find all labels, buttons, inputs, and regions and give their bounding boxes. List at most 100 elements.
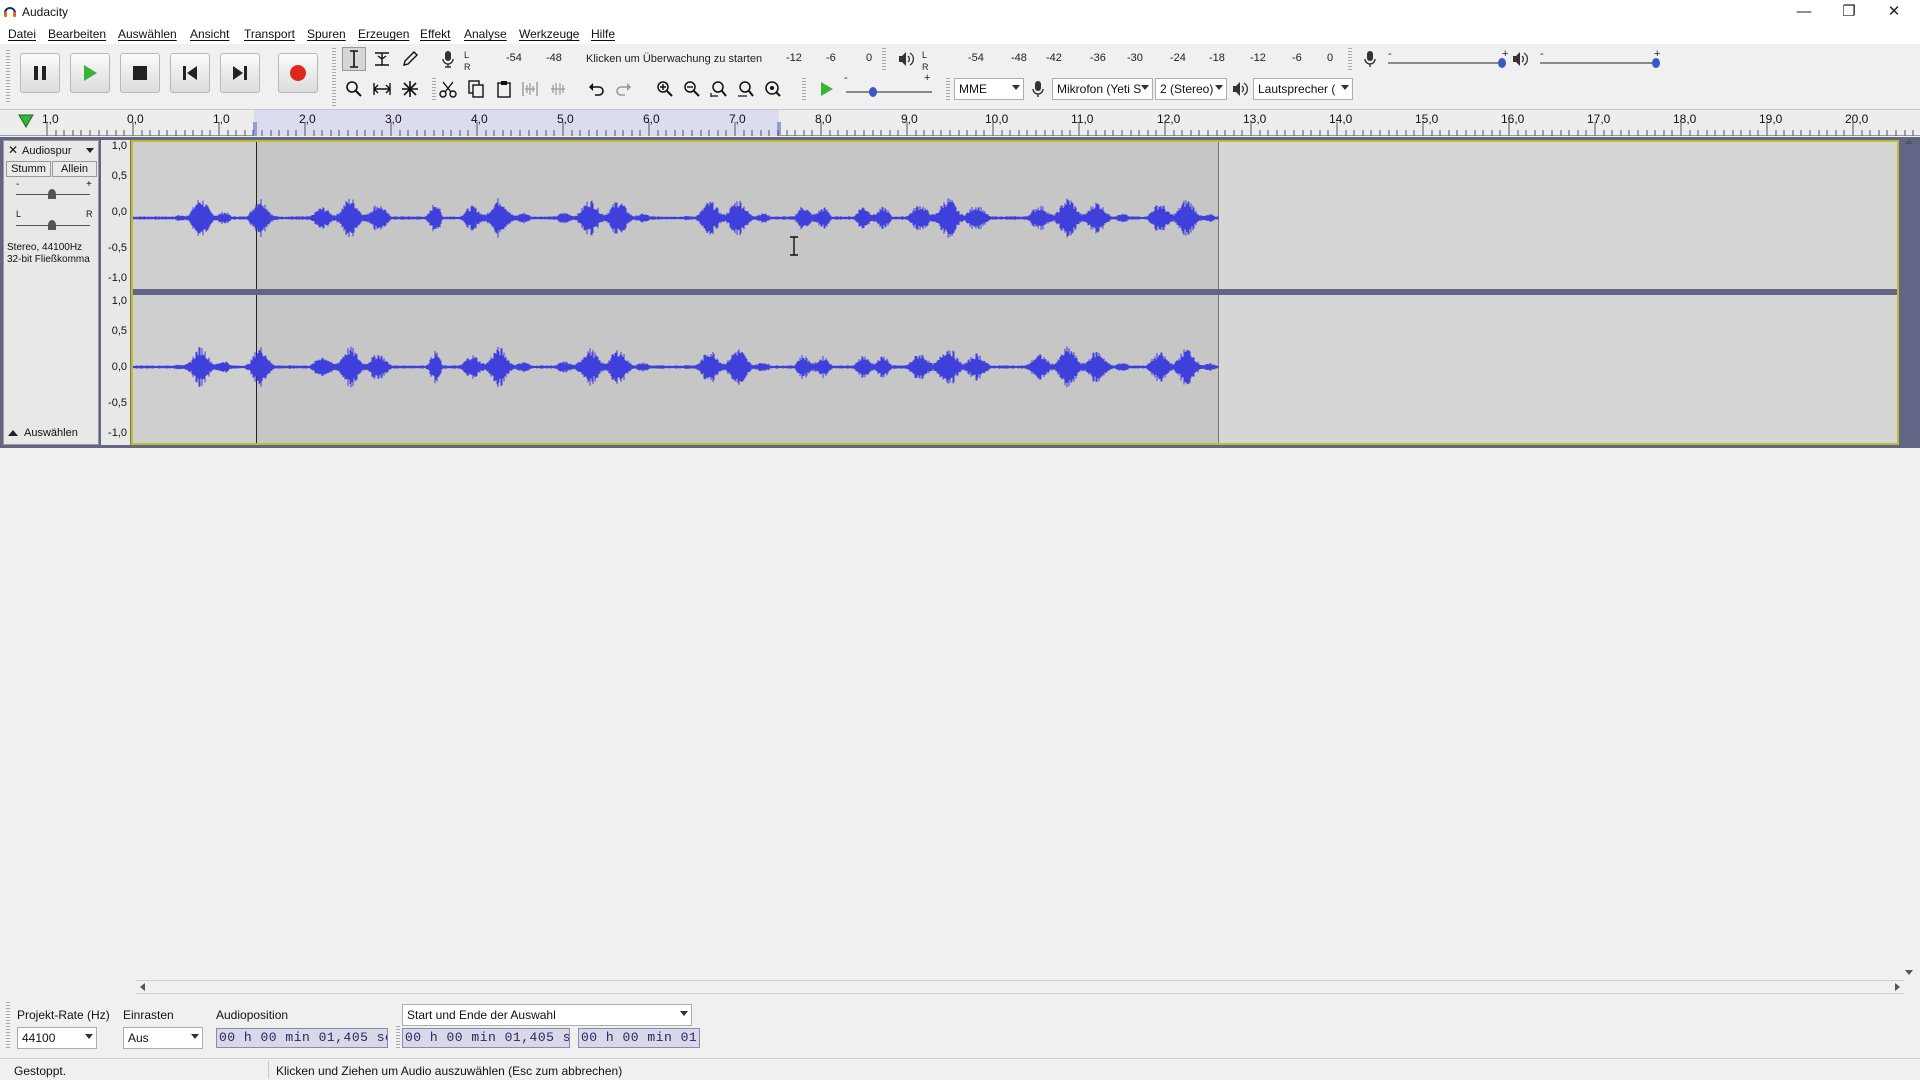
slider-thumb[interactable]: [1498, 58, 1506, 68]
fit-selection-button[interactable]: [707, 77, 731, 101]
track-control-panel[interactable]: ✕ Audiospur Stumm Allein - + L R Stereo,…: [3, 140, 99, 445]
i-beam-cursor-icon: [790, 236, 798, 256]
undo-button[interactable]: [584, 77, 608, 101]
selection-end-field[interactable]: 00 h 00 min 01,40: [578, 1028, 700, 1048]
record-meter-button[interactable]: [436, 47, 460, 71]
selection-start-field[interactable]: 00 h 00 min 01,405 sec: [402, 1028, 570, 1048]
time-shift-tool-button[interactable]: [370, 77, 394, 101]
play-at-speed-button[interactable]: [814, 77, 838, 101]
output-device-icon-holder: [1228, 77, 1252, 101]
menu-auswaehlen[interactable]: Auswählen: [118, 27, 177, 41]
track-name: Audiospur: [22, 145, 72, 157]
stop-button[interactable]: [120, 53, 160, 93]
cut-button[interactable]: [436, 77, 460, 101]
pause-button[interactable]: [20, 53, 60, 93]
status-bar: Gestoppt. Klicken und Ziehen um Audio au…: [0, 1058, 1920, 1080]
toolbar-grip[interactable]: [6, 1002, 10, 1050]
timeline-ruler[interactable]: 1,0 0,0 1,0 2,0 3,0 4,0 5,0 6,0 7,0 8,0 …: [0, 110, 1920, 136]
chevron-down-icon: [85, 1034, 93, 1039]
menu-werkzeuge[interactable]: Werkzeuge: [519, 27, 579, 41]
menu-spuren[interactable]: Spuren: [307, 27, 346, 41]
scroll-down-icon[interactable]: [1905, 970, 1913, 975]
toolbar-grip[interactable]: [882, 48, 886, 72]
slider-thumb[interactable]: [48, 220, 56, 230]
channels-select[interactable]: 2 (Stereo): [1155, 78, 1227, 100]
menu-hilfe[interactable]: Hilfe: [591, 27, 615, 41]
zoom-toggle-button[interactable]: [761, 77, 785, 101]
menu-bearbeiten[interactable]: Bearbeiten: [48, 27, 106, 41]
slider-track: [846, 91, 932, 93]
solo-button[interactable]: Allein: [52, 161, 97, 177]
playback-meter-button[interactable]: [894, 47, 918, 71]
toolbar-grip[interactable]: [332, 48, 336, 106]
scroll-left-icon[interactable]: [140, 983, 145, 991]
audio-host-select[interactable]: MME: [954, 78, 1024, 100]
minimize-button[interactable]: —: [1782, 2, 1826, 22]
microphone-icon: [442, 51, 454, 68]
maximize-button[interactable]: ❐: [1827, 2, 1871, 22]
audio-position-field[interactable]: 00 h 00 min 01,405 sec: [216, 1028, 388, 1048]
draw-tool-button[interactable]: [398, 47, 422, 71]
record-button[interactable]: [278, 53, 318, 93]
trim-button[interactable]: [518, 77, 542, 101]
waveform-area[interactable]: [131, 140, 1899, 445]
project-rate-select[interactable]: 44100: [17, 1027, 97, 1049]
slider-thumb[interactable]: [1652, 58, 1660, 68]
selection-mode-value: Start und Ende der Auswahl: [407, 1008, 556, 1022]
menu-analyse[interactable]: Analyse: [464, 27, 507, 41]
meter-scale-label: -18: [1209, 52, 1225, 64]
chevron-down-icon: [1215, 85, 1223, 90]
zoom-out-button[interactable]: [680, 77, 704, 101]
paste-button[interactable]: [492, 77, 516, 101]
menu-transport[interactable]: Transport: [244, 27, 295, 41]
copy-button[interactable]: [464, 77, 488, 101]
play-button[interactable]: [70, 53, 110, 93]
vertical-scrollbar[interactable]: [1902, 137, 1916, 980]
toolbar-grip[interactable]: [1348, 48, 1352, 72]
fit-project-button[interactable]: [734, 77, 758, 101]
toolbar-grip[interactable]: [6, 50, 10, 104]
multi-tool-button[interactable]: [398, 77, 422, 101]
menu-ansicht[interactable]: Ansicht: [190, 27, 229, 41]
meter-scale-label: -12: [786, 52, 802, 64]
menu-datei[interactable]: Datei: [8, 27, 36, 41]
meter-monitor-prompt[interactable]: Klicken um Überwachung zu starten: [586, 53, 762, 65]
toolbar-grip[interactable]: [802, 78, 806, 102]
close-button[interactable]: ✕: [1872, 2, 1916, 22]
meter-scale-label: -36: [1090, 52, 1106, 64]
scroll-up-icon[interactable]: [1905, 139, 1913, 144]
track-name-menu[interactable]: Audiospur: [22, 143, 96, 158]
input-device-select[interactable]: Mikrofon (Yeti S: [1052, 78, 1153, 100]
toolbar-grip[interactable]: [396, 1026, 400, 1050]
toolbar-grip[interactable]: [946, 78, 950, 102]
clipboard-icon: [497, 81, 511, 98]
redo-button[interactable]: [612, 77, 636, 101]
menu-erzeugen[interactable]: Erzeugen: [358, 27, 409, 41]
amplitude-label: -0,5: [108, 397, 127, 409]
silence-button[interactable]: [546, 77, 570, 101]
meter-scale-label: -6: [1292, 52, 1302, 64]
zoom-in-button[interactable]: [653, 77, 677, 101]
envelope-tool-button[interactable]: [370, 47, 394, 71]
skip-to-end-button[interactable]: [220, 53, 260, 93]
snap-select[interactable]: Aus: [123, 1027, 203, 1049]
horizontal-scrollbar[interactable]: [136, 980, 1904, 994]
output-device-select[interactable]: Lautsprecher (: [1253, 78, 1353, 100]
slider-thumb[interactable]: [869, 87, 877, 97]
project-rate-value: 44100: [22, 1031, 56, 1045]
menu-effekt[interactable]: Effekt: [420, 27, 450, 41]
amplitude-ruler[interactable]: 1,0 0,5 0,0 -0,5 -1,0 1,0 0,5 0,0 -0,5 -…: [101, 140, 131, 445]
mute-button[interactable]: Stumm: [6, 161, 51, 177]
speaker-icon: [1233, 82, 1248, 96]
scroll-right-icon[interactable]: [1895, 983, 1900, 991]
selection-mode-select[interactable]: Start und Ende der Auswahl: [402, 1004, 692, 1026]
slider-thumb[interactable]: [48, 189, 56, 199]
amplitude-label: 1,0: [111, 295, 127, 307]
track-select-button[interactable]: Auswählen: [4, 424, 98, 444]
title-bar: Audacity — ❐ ✕: [0, 0, 1920, 24]
close-track-icon[interactable]: ✕: [6, 143, 20, 157]
skip-to-start-button[interactable]: [170, 53, 210, 93]
selection-tool-button[interactable]: [342, 47, 366, 71]
status-hint: Klicken und Ziehen um Audio auszuwählen …: [276, 1064, 623, 1078]
zoom-tool-button[interactable]: [342, 77, 366, 101]
